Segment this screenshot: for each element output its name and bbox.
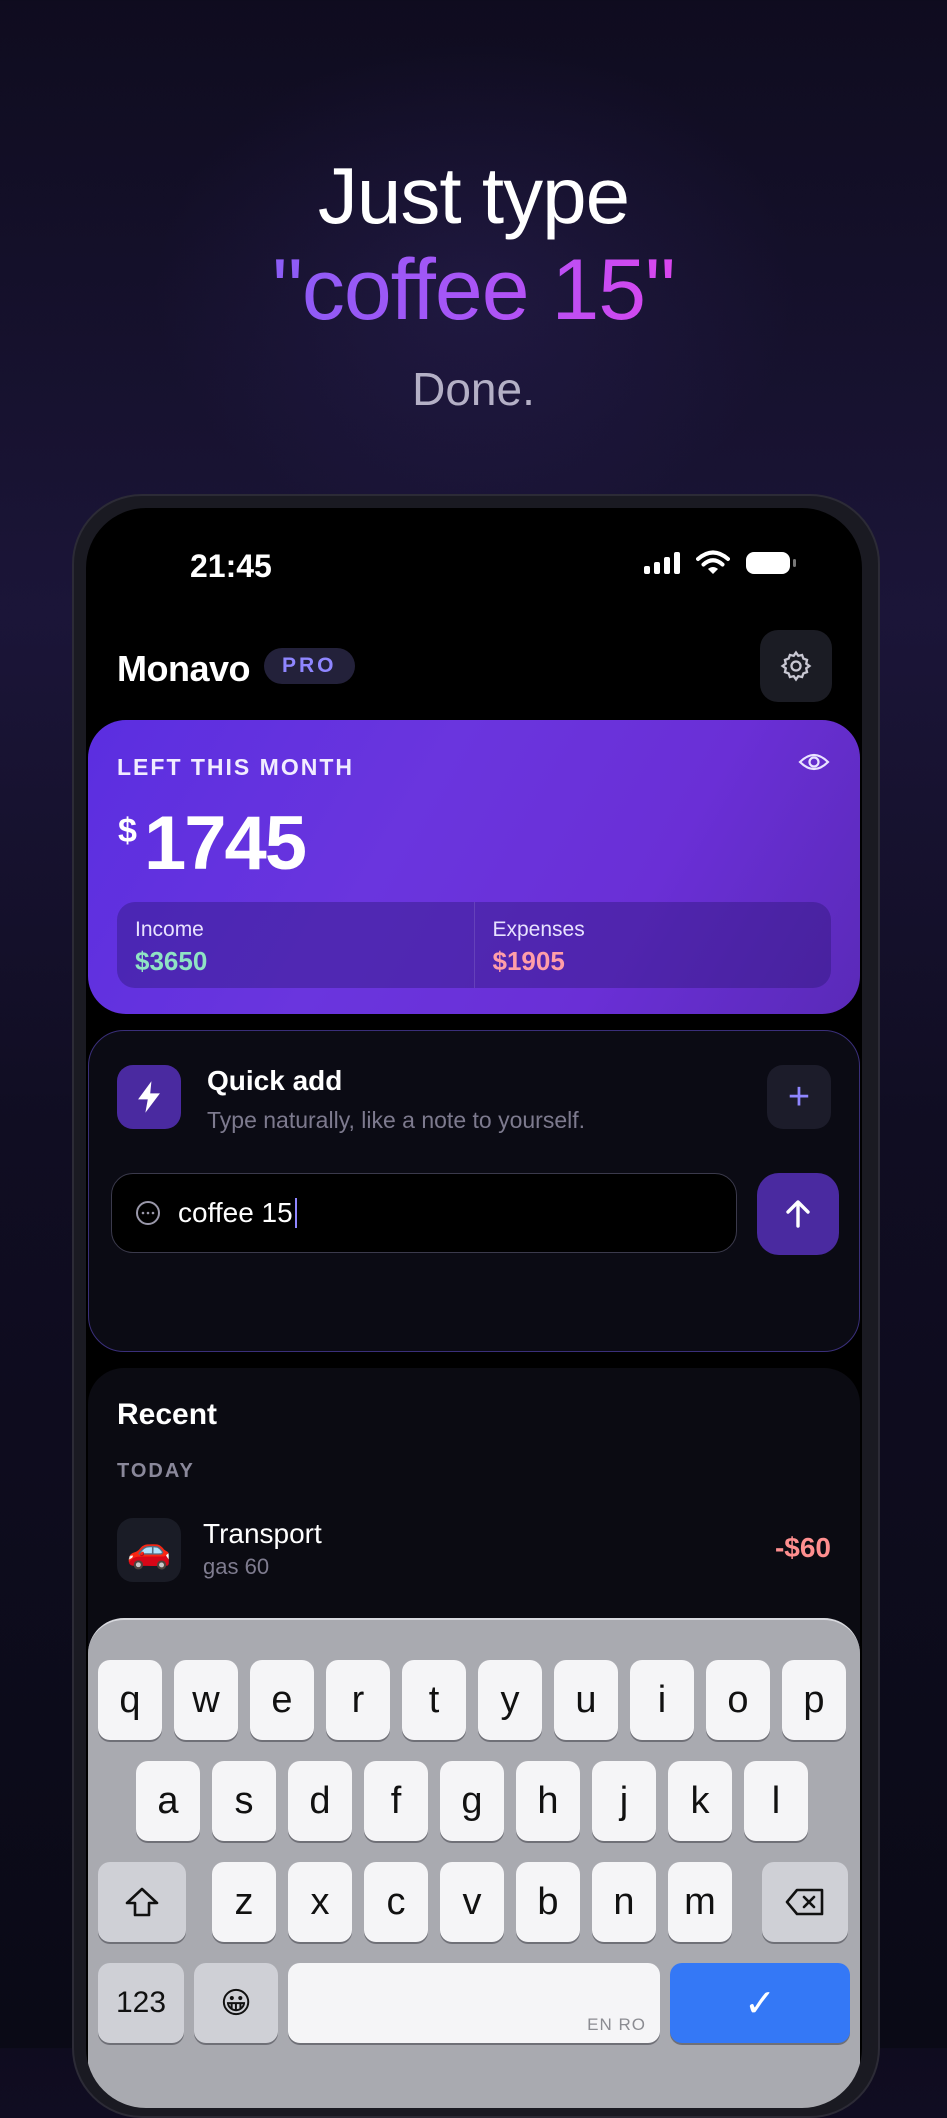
numbers-key[interactable]: 123 xyxy=(98,1963,184,2043)
keyboard: q w e r t y u i o p a s d f g h j k l z … xyxy=(88,1618,860,2108)
key-b[interactable]: b xyxy=(516,1862,580,1942)
expenses-stat: Expenses $1905 xyxy=(473,902,832,988)
transaction-amount: -$60 xyxy=(774,1532,831,1563)
key-j[interactable]: j xyxy=(592,1761,656,1841)
transaction-row[interactable]: 🚗 Transport gas 60 -$60 xyxy=(117,1518,831,1584)
income-value: $3650 xyxy=(135,946,208,976)
income-label: Income xyxy=(135,918,204,941)
recent-day-header: TODAY xyxy=(117,1460,195,1482)
key-d[interactable]: d xyxy=(288,1761,352,1841)
arrow-up-icon xyxy=(786,1200,810,1228)
category-emoji: 🚗 xyxy=(126,1529,172,1570)
battery-icon xyxy=(746,552,796,574)
key-m[interactable]: m xyxy=(668,1862,732,1942)
send-button[interactable] xyxy=(757,1173,839,1255)
key-x[interactable]: x xyxy=(288,1862,352,1942)
key-n[interactable]: n xyxy=(592,1862,656,1942)
key-s[interactable]: s xyxy=(212,1761,276,1841)
expenses-value: $1905 xyxy=(492,946,565,976)
visibility-toggle[interactable] xyxy=(798,750,830,779)
text-caret xyxy=(294,1198,297,1228)
balance-amount: 1745 xyxy=(144,801,307,886)
key-v[interactable]: v xyxy=(440,1862,504,1942)
key-k[interactable]: k xyxy=(668,1761,732,1841)
add-button[interactable]: + xyxy=(767,1065,831,1129)
wifi-icon xyxy=(696,550,730,574)
key-g[interactable]: g xyxy=(440,1761,504,1841)
emoji-icon: 😀 xyxy=(220,1986,252,2020)
balance-currency: $ xyxy=(118,812,137,850)
emoji-key[interactable]: 😀 xyxy=(194,1963,278,2043)
key-q[interactable]: q xyxy=(98,1660,162,1740)
quick-add-title: Quick add xyxy=(207,1065,343,1096)
quick-add-input-text: coffee 15 xyxy=(178,1197,293,1228)
key-l[interactable]: l xyxy=(744,1761,808,1841)
status-time: 21:45 xyxy=(190,548,272,584)
key-o[interactable]: o xyxy=(706,1660,770,1740)
quick-add-card: Quick add Type naturally, like a note to… xyxy=(88,1030,860,1352)
key-a[interactable]: a xyxy=(136,1761,200,1841)
transaction-category: Transport xyxy=(203,1518,322,1549)
key-z[interactable]: z xyxy=(212,1862,276,1942)
transaction-note: gas 60 xyxy=(203,1554,270,1579)
key-i[interactable]: i xyxy=(630,1660,694,1740)
hero-subtitle: Done. xyxy=(412,363,535,415)
hero-highlight: "coffee 15" xyxy=(0,242,947,338)
balance-stats: Income $3650 Expenses $1905 xyxy=(117,902,831,988)
eye-icon xyxy=(798,753,830,771)
key-f[interactable]: f xyxy=(364,1761,428,1841)
hero-title: Just type xyxy=(317,151,630,240)
status-icons xyxy=(644,550,796,576)
done-key[interactable]: ✓ xyxy=(670,1963,850,2043)
quick-add-input[interactable]: coffee 15 xyxy=(111,1173,737,1253)
key-y[interactable]: y xyxy=(478,1660,542,1740)
hero-highlight-text: "coffee 15" xyxy=(272,242,675,338)
backspace-key[interactable] xyxy=(762,1862,848,1942)
key-r[interactable]: r xyxy=(326,1660,390,1740)
key-e[interactable]: e xyxy=(250,1660,314,1740)
app-name: Monavo xyxy=(117,648,251,689)
income-stat: Income $3650 xyxy=(117,902,474,988)
numbers-key-label: 123 xyxy=(115,1986,167,2019)
chat-bubble-icon xyxy=(136,1201,160,1225)
key-u[interactable]: u xyxy=(554,1660,618,1740)
key-h[interactable]: h xyxy=(516,1761,580,1841)
car-icon: 🚗 xyxy=(117,1518,181,1582)
checkmark-icon: ✓ xyxy=(744,1982,776,2025)
lightning-icon xyxy=(117,1065,181,1129)
settings-button[interactable] xyxy=(760,630,832,702)
key-c[interactable]: c xyxy=(364,1862,428,1942)
cellular-signal-icon xyxy=(644,552,680,574)
keyboard-language: EN RO xyxy=(587,2015,646,2034)
backspace-icon xyxy=(785,1888,824,1916)
balance-label: LEFT THIS MONTH xyxy=(117,754,354,780)
key-t[interactable]: t xyxy=(402,1660,466,1740)
pro-badge: PRO xyxy=(264,648,355,684)
key-p[interactable]: p xyxy=(782,1660,846,1740)
expenses-label: Expenses xyxy=(492,918,585,941)
space-bar[interactable]: EN RO xyxy=(288,1963,660,2043)
shift-arrow-icon xyxy=(125,1887,159,1917)
recent-title: Recent xyxy=(117,1398,218,1431)
balance-card: LEFT THIS MONTH $ 1745 Income $3650 Expe… xyxy=(88,720,860,1014)
phone-screen: 21:45 Monavo PRO LEFT THIS MONTH $ 1745 xyxy=(86,508,862,2108)
gear-icon xyxy=(780,650,812,682)
key-w[interactable]: w xyxy=(174,1660,238,1740)
quick-add-subtitle: Type naturally, like a note to yourself. xyxy=(207,1107,585,1133)
shift-key[interactable] xyxy=(98,1862,186,1942)
